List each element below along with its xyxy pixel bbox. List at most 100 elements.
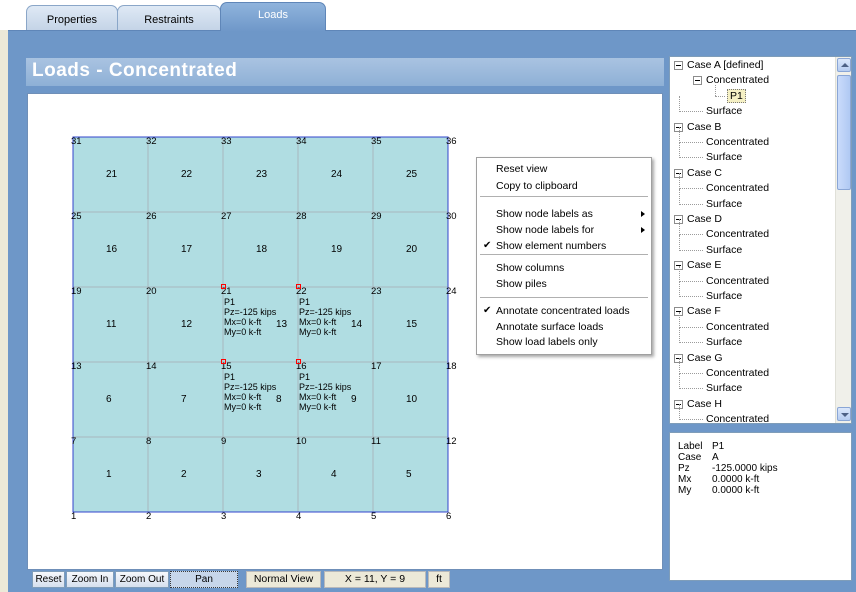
node-label: 6 (446, 511, 452, 522)
element-number: 15 (406, 319, 418, 330)
element-number: 16 (106, 244, 118, 255)
node-label: 29 (371, 211, 382, 222)
element-number: 25 (406, 169, 418, 180)
tree-node-label: Case G (687, 352, 723, 364)
tree-node-case[interactable]: Case G (687, 351, 723, 366)
tree-node-load-type[interactable]: Concentrated (706, 320, 769, 335)
menu-item[interactable]: Annotate surface loads (477, 320, 651, 334)
element-number: 23 (256, 169, 268, 180)
tree-connector (679, 173, 680, 189)
tree-connector (679, 234, 703, 235)
tree-node-case[interactable]: Case B (687, 120, 721, 135)
menu-item[interactable]: Annotate concentrated loads ✔ (477, 304, 651, 318)
node-label: 10 (296, 436, 307, 447)
tree-node-load-type[interactable]: Surface (706, 197, 742, 212)
tree-scrollbar[interactable] (835, 57, 851, 423)
page-title: Loads - Concentrated (32, 60, 238, 81)
tree-node-label: Case D (687, 213, 723, 225)
tree-node-load-type[interactable]: Surface (706, 289, 742, 304)
tree-node-label: Concentrated (706, 136, 770, 148)
tree-connector (679, 388, 703, 389)
tree-node-load-type[interactable]: Surface (706, 243, 742, 258)
zoom-in-button[interactable]: Zoom In (66, 571, 114, 588)
view-mode-field[interactable]: Normal View (246, 571, 321, 588)
element-number: 3 (256, 469, 262, 480)
menu-item[interactable]: Copy to clipboard (477, 179, 651, 193)
tree-node-load-type[interactable]: Concentrated (706, 227, 769, 242)
tree-node-case[interactable]: Case D (687, 212, 722, 227)
tree-node-case[interactable]: Case H (687, 397, 722, 412)
tree-node-load-type[interactable]: Surface (706, 381, 742, 396)
property-value: -125.0000 kips (712, 463, 778, 474)
reset-button[interactable]: Reset (32, 571, 65, 588)
scroll-up-button[interactable] (837, 58, 851, 72)
tree-connector (679, 358, 680, 374)
tab-loads[interactable]: Loads (220, 2, 326, 31)
menu-item[interactable]: Show node labels as (477, 207, 651, 221)
units-field: ft (428, 571, 450, 588)
pan-button[interactable]: Pan (170, 571, 238, 588)
tree-node-load-type[interactable]: Concentrated (706, 135, 769, 150)
tree-node-case[interactable]: Case A [defined] (687, 58, 763, 73)
load-marker[interactable] (221, 359, 226, 364)
load-marker[interactable] (221, 284, 226, 289)
menu-item-label: Show piles (496, 278, 547, 290)
tree-node-case[interactable]: Case C (687, 166, 722, 181)
tree-node-label: Case A [defined] (687, 59, 764, 71)
collapse-icon[interactable] (693, 76, 702, 85)
menu-item-label: Show element numbers (496, 240, 607, 252)
collapse-icon[interactable] (674, 61, 683, 70)
zoom-out-button[interactable]: Zoom Out (115, 571, 169, 588)
tree-connector (679, 188, 703, 189)
tree-node-label: Concentrated (706, 182, 770, 194)
tree-connector (679, 327, 680, 343)
menu-item[interactable]: Show columns (477, 261, 651, 275)
element-number: 21 (106, 169, 118, 180)
node-label: 23 (371, 286, 382, 297)
tree-node-label: Concentrated (706, 321, 770, 333)
tree-node-load-type[interactable]: Concentrated (706, 274, 769, 289)
menu-item[interactable]: Reset view (477, 162, 651, 176)
tree-node-load[interactable]: P1 (727, 89, 746, 104)
load-marker[interactable] (296, 284, 301, 289)
tree-connector (679, 312, 680, 328)
tree-node-load-type[interactable]: Surface (706, 104, 742, 119)
node-label: 24 (446, 286, 457, 297)
tree-connector (715, 96, 725, 97)
tree-connector (679, 204, 703, 205)
tab-properties[interactable]: Properties (26, 5, 118, 31)
node-label: 3 (221, 511, 227, 522)
tree-node-case[interactable]: Case F (687, 304, 721, 319)
scroll-down-button[interactable] (837, 407, 851, 421)
tree-connector (679, 219, 680, 235)
tree-node-load-type[interactable]: Concentrated (706, 366, 769, 381)
tree-connector (679, 342, 703, 343)
menu-item[interactable]: Show node labels for (477, 223, 651, 237)
element-number: 24 (331, 169, 343, 180)
menu-item[interactable]: Show load labels only (477, 335, 651, 349)
element-number: 18 (256, 244, 268, 255)
element-number: 4 (331, 469, 337, 480)
menu-item-label: Annotate surface loads (496, 321, 604, 333)
tree-node-load-type[interactable]: Surface (706, 150, 742, 165)
menu-item[interactable]: Show element numbers ✔ (477, 239, 651, 253)
tree-node-label: Case E (687, 259, 722, 271)
element-number: 14 (351, 319, 363, 330)
element-number: 7 (181, 394, 187, 405)
tree-node-label: Case B (687, 121, 722, 133)
load-annotation: My=0 k-ft (224, 327, 262, 337)
tree-connector (679, 404, 680, 420)
tree-node-load-type[interactable]: Concentrated (706, 181, 769, 196)
load-marker[interactable] (296, 359, 301, 364)
scroll-thumb[interactable] (837, 75, 851, 190)
load-case-tree[interactable]: Case A [defined] Concentrated P1 Surface Cas… (669, 56, 852, 424)
menu-item-label: Show columns (496, 262, 565, 274)
tree-connector (679, 266, 680, 282)
tree-node-load-type[interactable]: Concentrated (706, 412, 769, 423)
chevron-down-icon (841, 413, 849, 417)
tree-node-case[interactable]: Case E (687, 258, 721, 273)
tree-node-load-type[interactable]: Surface (706, 335, 742, 350)
menu-item-label: Reset view (496, 163, 548, 175)
menu-item[interactable]: Show piles (477, 277, 651, 291)
tab-restraints[interactable]: Restraints (117, 5, 221, 31)
